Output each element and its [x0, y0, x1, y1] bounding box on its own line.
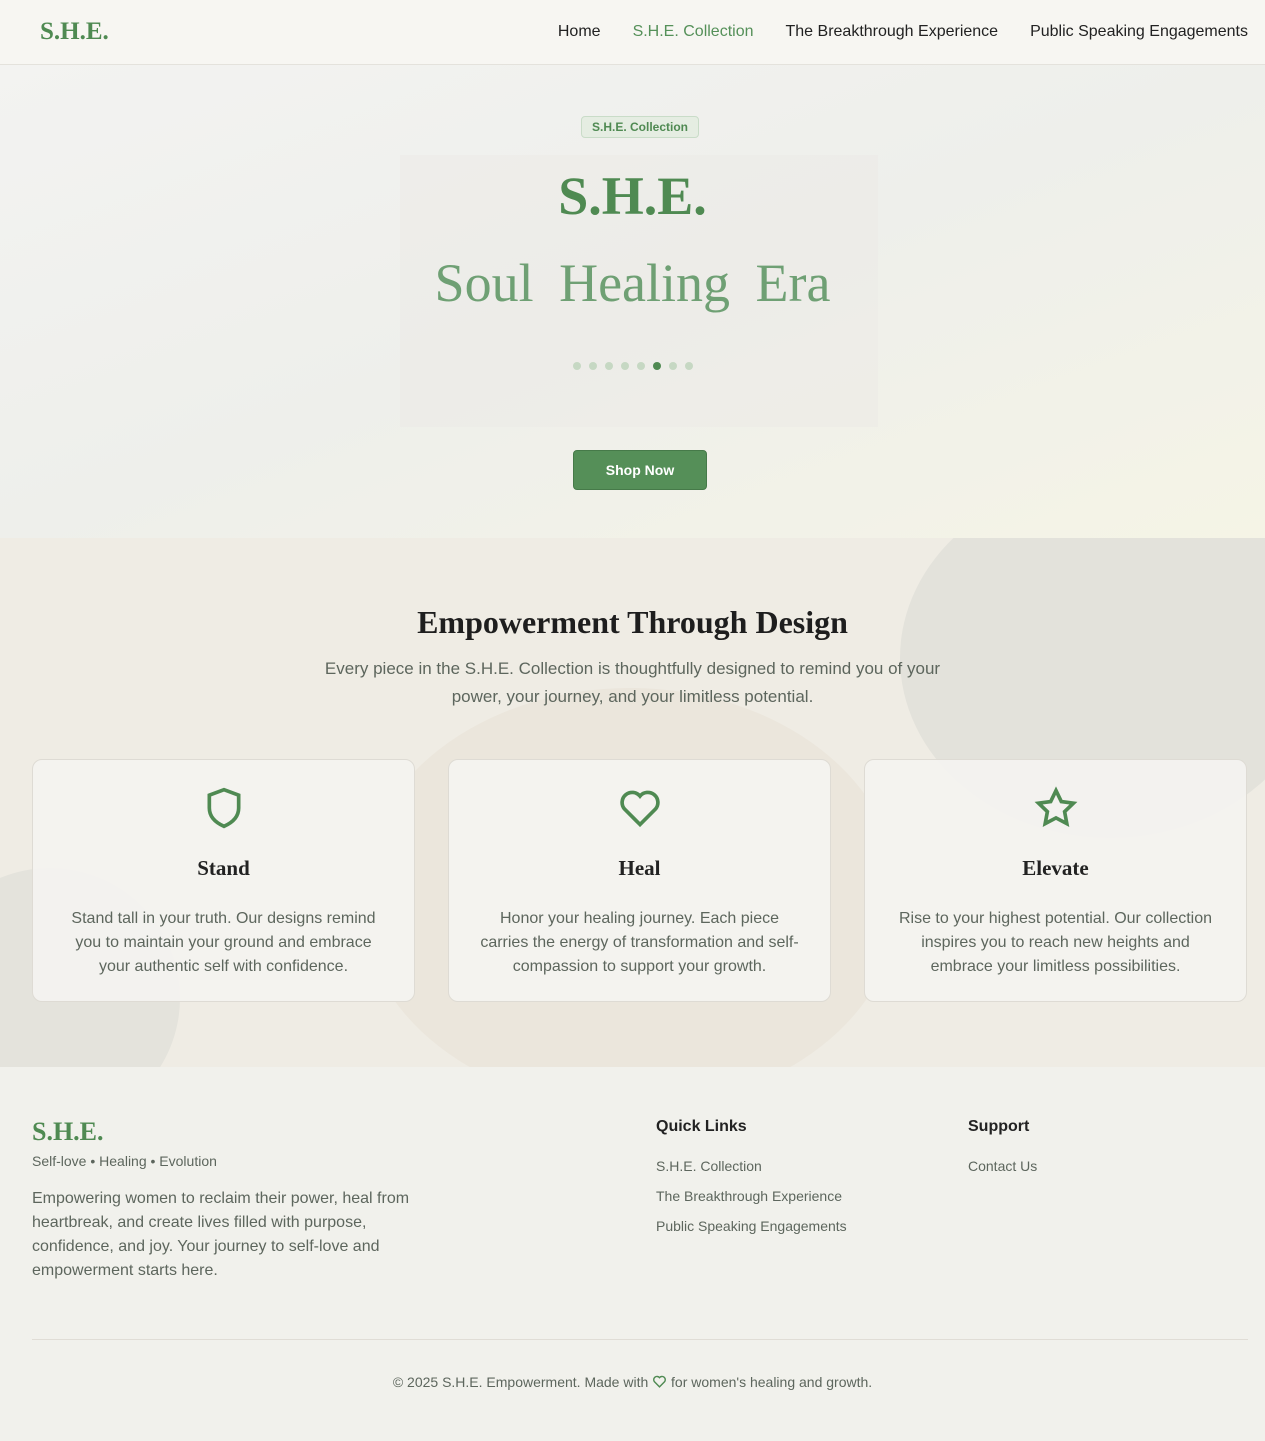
card-stand: Stand Stand tall in your truth. Our desi…	[32, 759, 415, 1002]
card-elevate: Elevate Rise to your highest potential. …	[864, 759, 1247, 1002]
shop-now-button[interactable]: Shop Now	[573, 450, 707, 490]
footer-link-speaking[interactable]: Public Speaking Engagements	[656, 1218, 847, 1234]
footer-logo: S.H.E.	[32, 1117, 104, 1146]
copyright-text: for women's healing and growth.	[671, 1374, 873, 1390]
slide-dot[interactable]	[636, 362, 645, 370]
slide-dot[interactable]	[604, 362, 613, 370]
card-text: Honor your healing journey. Each piece c…	[480, 910, 799, 975]
footer-description: Empowering women to reclaim their power,…	[32, 1190, 410, 1279]
heart-icon	[652, 1374, 667, 1390]
footer-tagline: Self-love • Healing • Evolution	[32, 1153, 217, 1169]
slide-dot[interactable]	[684, 362, 693, 370]
empowerment-section: Empowerment Through Design Every piece i…	[0, 538, 1265, 1067]
slide-dot[interactable]	[588, 362, 597, 370]
hero-title: S.H.E.	[558, 166, 707, 226]
slide-dot[interactable]	[668, 362, 677, 370]
nav-breakthrough[interactable]: The Breakthrough Experience	[786, 23, 999, 41]
nav-home[interactable]: Home	[558, 23, 601, 41]
star-icon	[865, 786, 1246, 830]
slide-dot[interactable]	[652, 362, 661, 370]
copyright-text: © 2025 S.H.E. Empowerment. Made with	[392, 1374, 649, 1390]
copyright: © 2025 S.H.E. Empowerment. Made with for…	[0, 1374, 1265, 1390]
site-header: S.H.E. Home S.H.E. Collection The Breakt…	[0, 0, 1265, 65]
card-title: Stand	[197, 856, 250, 880]
footer-link-contact[interactable]: Contact Us	[968, 1158, 1037, 1174]
card-title: Heal	[618, 856, 661, 880]
card-heal: Heal Honor your healing journey. Each pi…	[448, 759, 831, 1002]
quick-links-title: Quick Links	[656, 1118, 747, 1135]
card-text: Stand tall in your truth. Our designs re…	[71, 910, 376, 975]
slide-dot[interactable]	[620, 362, 629, 370]
footer-link-collection[interactable]: S.H.E. Collection	[656, 1158, 847, 1174]
slide-dots	[0, 362, 1265, 370]
footer-divider	[32, 1339, 1248, 1340]
support-links: Support Contact Us	[968, 1118, 1037, 1188]
section-lead: Every piece in the S.H.E. Collection is …	[324, 659, 941, 706]
nav-speaking[interactable]: Public Speaking Engagements	[1030, 23, 1248, 41]
card-text: Rise to your highest potential. Our coll…	[898, 910, 1213, 975]
hero: S.H.E. Collection S.H.E. Soul Healing Er…	[0, 65, 1265, 538]
slide-dot[interactable]	[572, 362, 581, 370]
footer-link-breakthrough[interactable]: The Breakthrough Experience	[656, 1188, 847, 1204]
collection-badge: S.H.E. Collection	[581, 116, 699, 138]
card-title: Elevate	[1022, 856, 1089, 880]
support-title: Support	[968, 1118, 1030, 1135]
quick-links: Quick Links S.H.E. Collection The Breakt…	[656, 1118, 847, 1248]
heart-icon	[449, 786, 830, 830]
site-footer: S.H.E. Self-love • Healing • Evolution E…	[0, 1067, 1265, 1441]
main-nav: Home S.H.E. Collection The Breakthrough …	[558, 23, 1248, 41]
logo[interactable]: S.H.E.	[40, 18, 109, 46]
shield-icon	[33, 786, 414, 830]
hero-subtitle: Soul Healing Era	[434, 253, 831, 313]
section-title: Empowerment Through Design	[417, 604, 848, 640]
nav-she-collection[interactable]: S.H.E. Collection	[633, 23, 754, 41]
